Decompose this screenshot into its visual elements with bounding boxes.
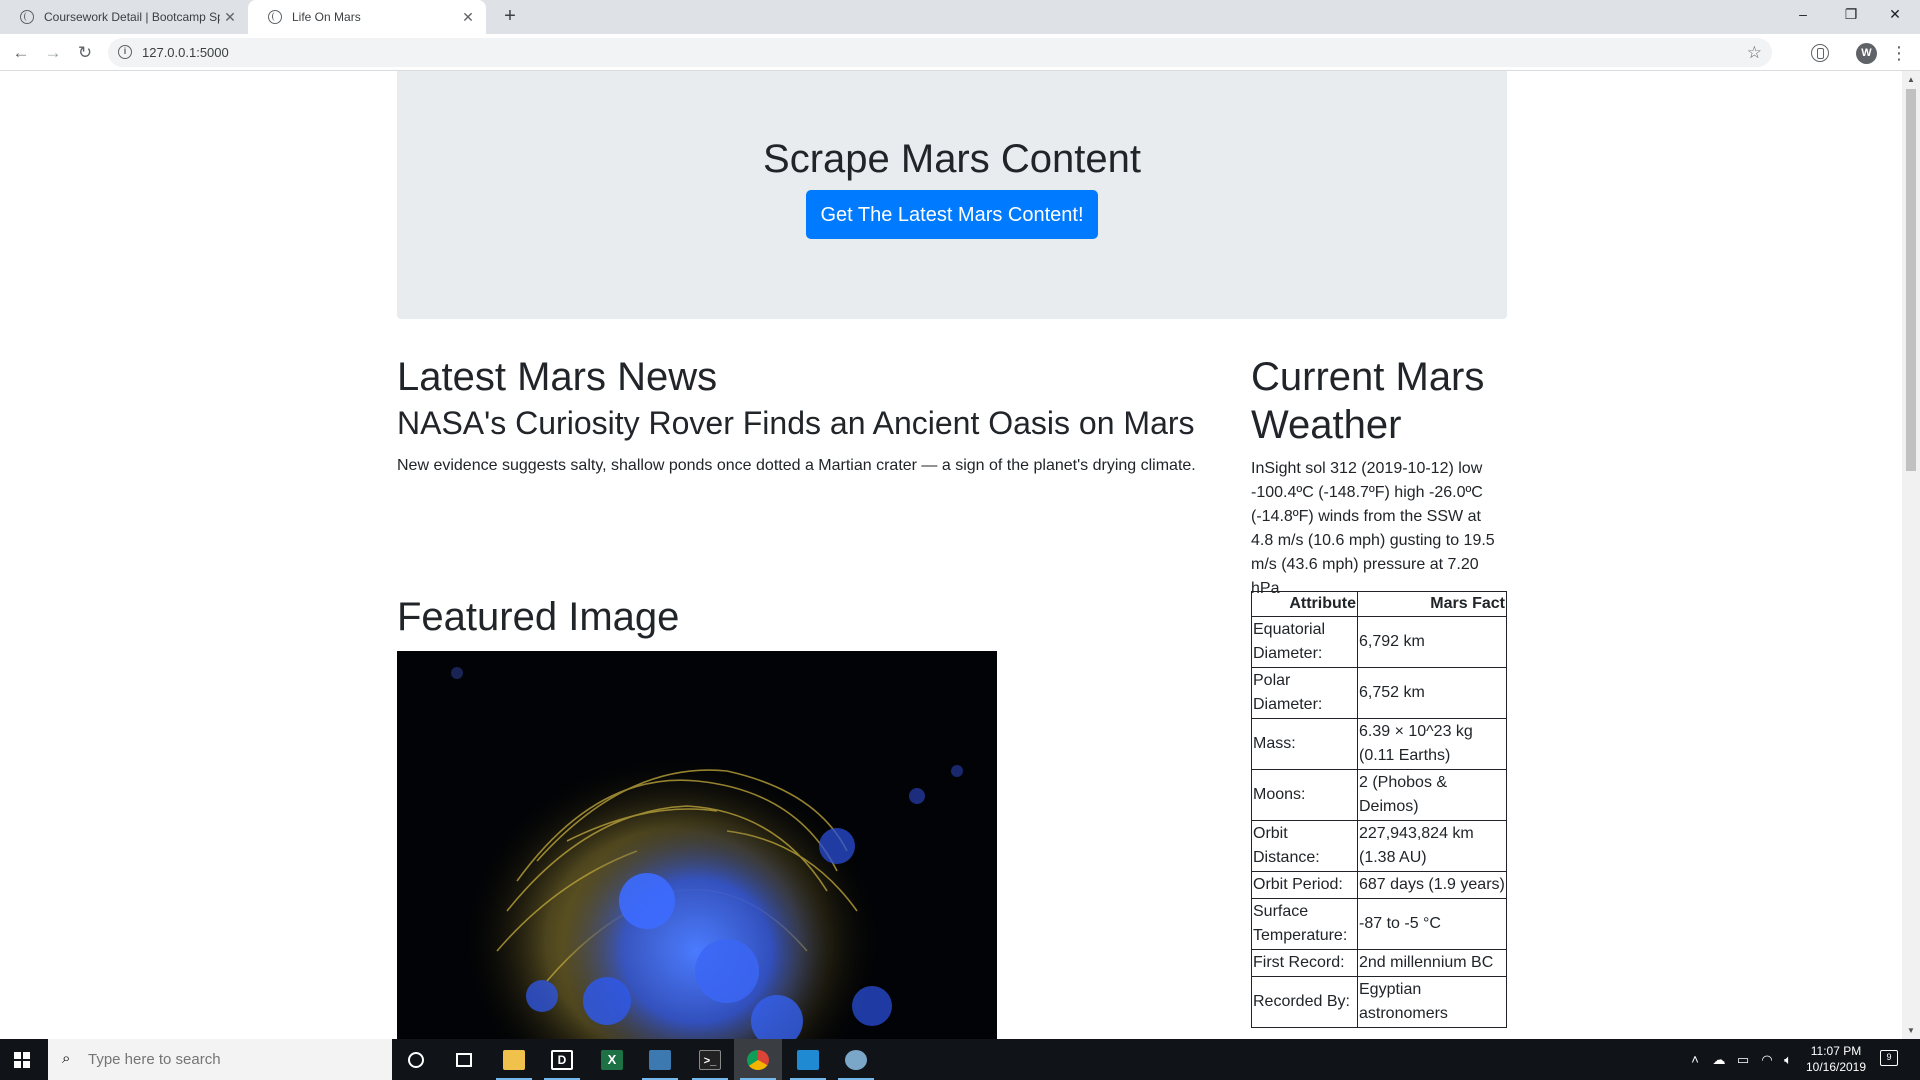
attribute-cell: Mass:	[1251, 718, 1358, 770]
info-icon[interactable]: i	[118, 45, 132, 59]
paint-icon[interactable]	[832, 1039, 880, 1080]
extension-icon[interactable]	[1811, 44, 1829, 62]
page-viewport: Scrape Mars Content Get The Latest Mars …	[0, 71, 1902, 1039]
globe-icon	[20, 10, 34, 24]
attribute-cell: Recorded By:	[1251, 976, 1358, 1028]
notification-icon[interactable]: 9	[1880, 1050, 1898, 1066]
clock-time: 11:07 PM	[1810, 1044, 1862, 1058]
clock-date: 10/16/2019	[1805, 1060, 1867, 1074]
fact-cell: 6,792 km	[1357, 616, 1507, 668]
tab-title: Life On Mars	[292, 10, 361, 24]
back-icon[interactable]: ←	[8, 40, 34, 66]
new-tab-button[interactable]: +	[498, 5, 522, 29]
page-title: Scrape Mars Content	[763, 137, 1141, 181]
fact-cell: -87 to -5 °C	[1357, 898, 1507, 950]
terminal-icon[interactable]: >_	[686, 1039, 734, 1080]
jumbotron: Scrape Mars Content Get The Latest Mars …	[397, 71, 1507, 319]
kebab-menu-icon[interactable]: ⋮	[1890, 42, 1908, 64]
attribute-cell: Equatorial Diameter:	[1251, 616, 1358, 668]
table-row: First Record: 2nd millennium BC	[1251, 949, 1507, 977]
taskbar-clock[interactable]: 11:07 PM 10/16/2019	[1796, 1043, 1876, 1075]
tab-life-on-mars[interactable]: Life On Mars ✕	[248, 0, 486, 34]
featured-heading: Featured Image	[397, 595, 680, 639]
task-view-icon[interactable]	[440, 1039, 488, 1080]
table-row: Recorded By: Egyptian astronomers	[1251, 976, 1507, 1028]
vertical-scrollbar[interactable]: ▲ ▼	[1902, 71, 1920, 1039]
close-icon[interactable]: ✕	[222, 9, 238, 25]
fact-cell: Egyptian astronomers	[1357, 976, 1507, 1028]
attribute-cell: Orbit Period:	[1251, 871, 1358, 899]
python-icon[interactable]	[636, 1039, 684, 1080]
url-input[interactable]	[142, 42, 1702, 63]
search-icon: ⌕	[62, 1050, 71, 1067]
close-icon[interactable]: ✕	[460, 9, 476, 25]
reload-icon[interactable]: ↻	[72, 40, 98, 66]
table-row: Mass: 6.39 × 10^23 kg (0.11 Earths)	[1251, 718, 1507, 770]
wifi-icon[interactable]: ◠	[1756, 1039, 1778, 1080]
featured-section: Featured Image	[397, 593, 1207, 1039]
fact-cell: 687 days (1.9 years)	[1357, 871, 1507, 899]
news-title: NASA's Curiosity Rover Finds an Ancient …	[397, 405, 1195, 441]
excel-icon[interactable]: X	[588, 1039, 636, 1080]
attribute-cell: First Record:	[1251, 949, 1358, 977]
search-input[interactable]	[88, 1049, 378, 1070]
fact-cell: 227,943,824 km (1.38 AU)	[1357, 820, 1507, 872]
address-bar[interactable]: i ☆	[108, 38, 1772, 67]
weather-heading: Current Mars Weather	[1251, 355, 1485, 447]
weather-text: InSight sol 312 (2019-10-12) low -100.4º…	[1251, 460, 1495, 597]
file-explorer-icon[interactable]	[490, 1039, 538, 1080]
tab-strip: Coursework Detail | Bootcamp Sp ✕ Life O…	[0, 0, 1920, 34]
browser-toolbar: ← → ↻ i ☆ W ⋮	[0, 34, 1920, 71]
profile-avatar[interactable]: W	[1856, 43, 1877, 64]
onedrive-icon[interactable]: ☁	[1708, 1039, 1730, 1080]
taskbar-search[interactable]: ⌕	[48, 1039, 392, 1080]
attribute-cell: Surface Temperature:	[1251, 898, 1358, 950]
scroll-up-icon[interactable]: ▲	[1907, 75, 1915, 84]
mars-facts-table: Attribute Mars Fact Equatorial Diameter:…	[1251, 591, 1507, 1028]
chrome-icon[interactable]	[734, 1039, 782, 1080]
tab-coursework[interactable]: Coursework Detail | Bootcamp Sp ✕	[0, 0, 248, 34]
featured-image	[397, 651, 997, 1039]
vscode-icon[interactable]	[784, 1039, 832, 1080]
nebula-image	[397, 651, 997, 1039]
news-paragraph: New evidence suggests salty, shallow pon…	[397, 457, 1196, 474]
volume-icon[interactable]: 🔈︎	[1778, 1039, 1798, 1080]
restore-button[interactable]: ❐	[1828, 0, 1874, 30]
attribute-cell: Orbit Distance:	[1251, 820, 1358, 872]
table-row: Orbit Period: 687 days (1.9 years)	[1251, 871, 1507, 899]
fact-cell: 2nd millennium BC	[1357, 949, 1507, 977]
news-heading: Latest Mars News	[397, 355, 718, 399]
scrape-button[interactable]: Get The Latest Mars Content!	[806, 190, 1098, 239]
battery-icon[interactable]: ▭	[1732, 1039, 1754, 1080]
scroll-down-icon[interactable]: ▼	[1907, 1026, 1915, 1035]
windows-start-icon[interactable]	[14, 1052, 30, 1068]
table-row: Surface Temperature: -87 to -5 °C	[1251, 898, 1507, 950]
table-row: Orbit Distance: 227,943,824 km (1.38 AU)	[1251, 820, 1507, 872]
table-header: Attribute	[1251, 591, 1358, 617]
dell-icon[interactable]: D	[538, 1039, 586, 1080]
table-row: Equatorial Diameter: 6,792 km	[1251, 616, 1507, 668]
scrollbar-thumb[interactable]	[1906, 89, 1916, 471]
close-window-button[interactable]: ✕	[1872, 0, 1918, 30]
fact-cell: 6.39 × 10^23 kg (0.11 Earths)	[1357, 718, 1507, 770]
table-row: Moons: 2 (Phobos & Deimos)	[1251, 769, 1507, 821]
news-section: Latest Mars News NASA's Curiosity Rover …	[397, 353, 1207, 474]
tab-title: Coursework Detail | Bootcamp Sp	[44, 10, 220, 24]
fact-cell: 6,752 km	[1357, 667, 1507, 719]
fact-cell: 2 (Phobos & Deimos)	[1357, 769, 1507, 821]
weather-section: Current Mars Weather InSight sol 312 (20…	[1251, 353, 1507, 601]
bookmark-star-icon[interactable]: ☆	[1747, 42, 1762, 63]
taskbar: ⌕ D X >_ ˄ ☁ ▭ ◠ 🔈︎ 11:07 PM 10/16/2019 …	[0, 1039, 1920, 1080]
minimize-button[interactable]: –	[1780, 0, 1826, 30]
table-row: Polar Diameter: 6,752 km	[1251, 667, 1507, 719]
forward-icon[interactable]: →	[40, 40, 66, 66]
table-header: Mars Fact	[1357, 591, 1507, 617]
chevron-up-icon[interactable]: ˄	[1686, 1039, 1704, 1080]
attribute-cell: Moons:	[1251, 769, 1358, 821]
cortana-icon[interactable]	[392, 1039, 440, 1080]
attribute-cell: Polar Diameter:	[1251, 667, 1358, 719]
globe-icon	[268, 10, 282, 24]
